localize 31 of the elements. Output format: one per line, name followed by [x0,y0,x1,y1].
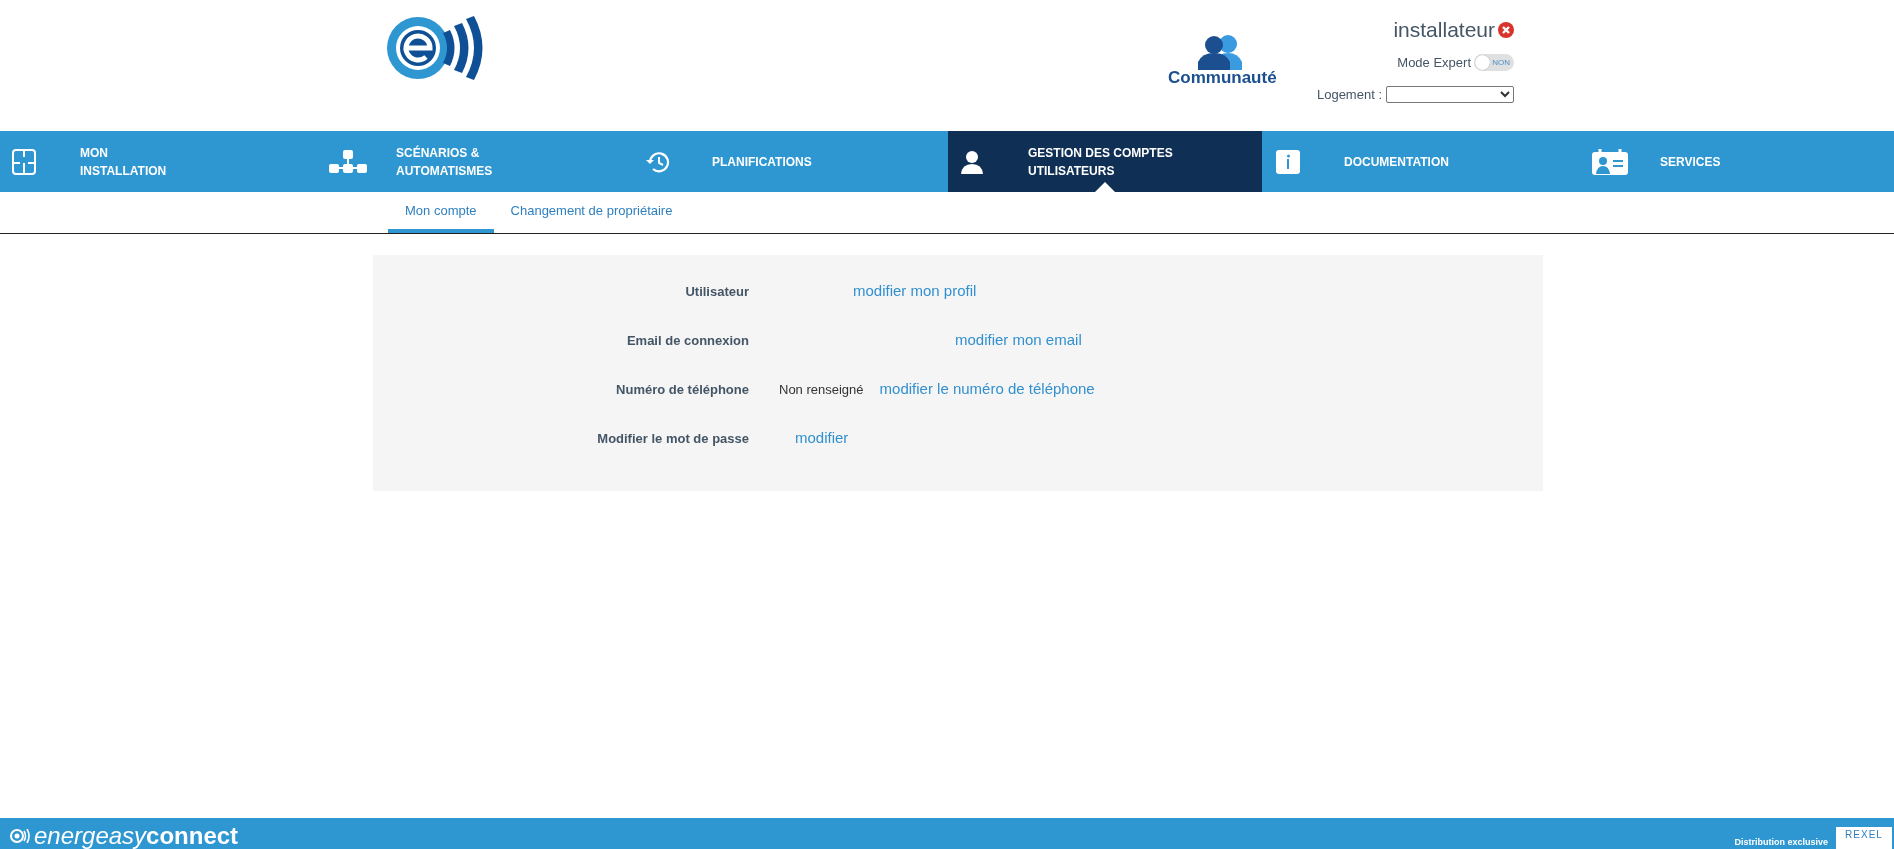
housing-select[interactable] [1386,86,1514,103]
info-icon [1276,149,1300,174]
edit-link[interactable]: modifier le numéro de téléphone [879,380,1095,397]
user-icon [960,149,984,174]
brand-icon [10,829,30,843]
nav-tab[interactable]: GESTION DES COMPTES UTILISATEURS [948,131,1262,192]
edit-link[interactable]: modifier mon email [955,331,1082,348]
field-value: Non renseigné [779,382,864,397]
sub-tab[interactable]: Changement de propriétaire [493,192,690,233]
distribution-label: Distribution exclusive [1734,837,1828,847]
caret-icon [1500,91,1510,98]
selection-pointer-icon [1094,182,1116,193]
flowchart-icon [328,149,368,174]
history-icon [644,149,670,174]
edit-link[interactable]: modifier [795,429,849,446]
field-label: Modifier le mot de passe [596,431,749,446]
partner-logo: REXEL [1836,827,1892,849]
field-label: Numéro de téléphone [615,382,749,397]
logout-icon[interactable] [1498,22,1514,38]
brand-name: energeasyconnect [34,823,239,849]
edit-link[interactable]: modifier mon profil [853,282,977,299]
user-name: installateur [1393,18,1495,42]
expert-mode-label: Mode Expert [1397,55,1471,70]
id-card-icon [1592,148,1628,175]
field-label: Utilisateur [684,284,749,299]
housing-label: Logement : [1316,87,1382,102]
sub-tab[interactable]: Mon compte [388,192,494,233]
community-label[interactable]: Communauté [1168,68,1277,88]
floor-plan-icon [12,148,36,175]
expert-mode-toggle[interactable]: NON [1474,54,1514,71]
field-label: Email de connexion [625,333,749,348]
